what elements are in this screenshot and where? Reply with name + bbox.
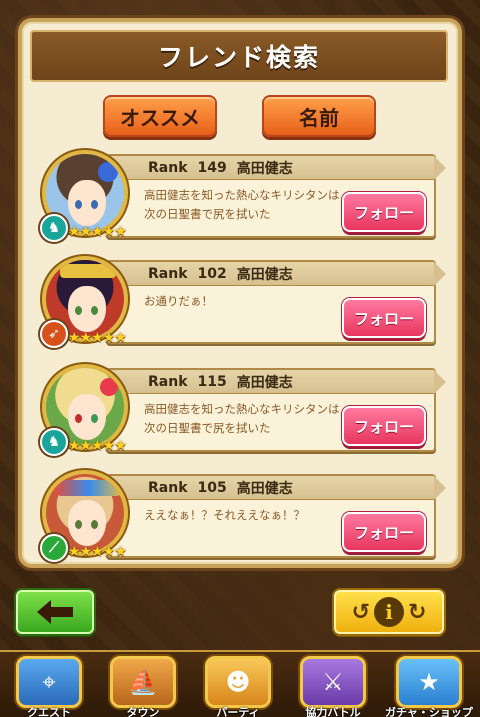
rank-bar: Rank 115 高田健志 <box>108 370 446 394</box>
spear-icon: ⟋ <box>40 534 68 562</box>
follow-button[interactable]: フォロー <box>342 512 426 552</box>
ship-icon: ⛵ <box>110 656 176 708</box>
nav-gacha-shop[interactable]: ★ ガチャ・ショップ <box>384 656 474 717</box>
rank-value: 149 <box>197 159 227 176</box>
rank-bar: Rank 149 高田健志 <box>108 156 446 180</box>
rotate-left-icon: ↺ <box>351 599 370 625</box>
info-icon: i <box>374 597 404 627</box>
tab-recommended[interactable]: オススメ <box>103 95 217 137</box>
nav-town[interactable]: ⛵ タウン <box>98 656 188 717</box>
shield-icon: ⚔ <box>300 656 366 708</box>
pegasus-icon: ♞ <box>40 428 68 456</box>
friend-row: Rank 149 高田健志 高田健志を知った熱心なキリシタンは次の日聖書で尻を拭… <box>40 148 446 248</box>
nav-coop-battle[interactable]: ⚔ 協力バトル <box>288 656 378 717</box>
rarity-stars: ★★★★★ <box>68 544 127 560</box>
friend-card: Rank 149 高田健志 高田健志を知った熱心なキリシタンは次の日聖書で尻を拭… <box>106 154 446 238</box>
rank-label: Rank <box>148 479 188 496</box>
friend-card: Rank 105 高田健志 ええなぁ！？それええなぁ！？ フォロー <box>106 474 446 558</box>
rank-value: 105 <box>197 479 227 496</box>
friend-message: お通りだぁ！ <box>144 294 213 308</box>
bottom-nav: ⌖ クエスト ⛵ タウン ☻ パーティ ⚔ 協力バトル ★ ガチャ・ショップ <box>0 650 480 717</box>
nav-label: ガチャ・ショップ <box>385 706 473 717</box>
friend-name: 高田健志 <box>236 480 293 497</box>
pegasus-icon: ♞ <box>40 214 68 242</box>
friend-row: Rank 102 高田健志 お通りだぁ！ フォロー ➶ ★★★★★ <box>40 254 446 354</box>
rarity-stars: ★★★★★ <box>68 224 127 240</box>
nav-quest[interactable]: ⌖ クエスト <box>4 656 94 717</box>
friend-avatar[interactable]: ♞ ★★★★★ <box>40 148 136 248</box>
tab-name-search[interactable]: 名前 <box>262 95 376 137</box>
friend-message: ええなぁ！？それええなぁ！？ <box>144 508 305 522</box>
friend-card: Rank 102 高田健志 お通りだぁ！ フォロー <box>106 260 446 344</box>
follow-button[interactable]: フォロー <box>342 192 426 232</box>
bow-icon: ➶ <box>40 320 68 348</box>
friend-avatar[interactable]: ♞ ★★★★★ <box>40 362 136 462</box>
rank-label: Rank <box>148 265 188 282</box>
rank-label: Rank <box>148 373 188 390</box>
page-title: フレンド検索 <box>30 30 448 82</box>
friend-row: Rank 115 高田健志 高田健志を知った熱心なキリシタンは次の日聖書で尻を拭… <box>40 362 446 462</box>
friend-name: 高田健志 <box>236 160 293 177</box>
rotate-right-icon: ↻ <box>408 599 427 625</box>
nav-label: タウン <box>126 706 160 717</box>
map-icon: ⌖ <box>16 656 82 708</box>
friend-name: 高田健志 <box>236 266 293 283</box>
nav-party[interactable]: ☻ パーティ <box>193 656 283 717</box>
nav-label: 協力バトル <box>305 706 361 717</box>
rank-label: Rank <box>148 159 188 176</box>
back-button[interactable] <box>16 590 94 634</box>
nav-label: クエスト <box>27 706 71 717</box>
info-button[interactable]: ↺ i ↻ <box>334 590 444 634</box>
rarity-stars: ★★★★★ <box>68 330 127 346</box>
friend-avatar[interactable]: ⟋ ★★★★★ <box>40 468 136 568</box>
rank-bar: Rank 105 高田健志 <box>108 476 446 500</box>
rarity-stars: ★★★★★ <box>68 438 127 454</box>
friend-avatar[interactable]: ➶ ★★★★★ <box>40 254 136 354</box>
star-icon: ★ <box>396 656 462 708</box>
rank-value: 102 <box>197 265 227 282</box>
friend-name: 高田健志 <box>236 374 293 391</box>
follow-button[interactable]: フォロー <box>342 298 426 338</box>
follow-button[interactable]: フォロー <box>342 406 426 446</box>
nav-label: パーティ <box>216 706 260 717</box>
group-icon: ☻ <box>205 656 271 708</box>
rank-value: 115 <box>197 373 227 390</box>
friend-row: Rank 105 高田健志 ええなぁ！？それええなぁ！？ フォロー ⟋ ★★★★… <box>40 468 446 568</box>
rank-bar: Rank 102 高田健志 <box>108 262 446 286</box>
friend-message: 高田健志を知った熱心なキリシタンは次の日聖書で尻を拭いた <box>144 188 340 221</box>
friend-message: 高田健志を知った熱心なキリシタンは次の日聖書で尻を拭いた <box>144 402 340 435</box>
left-arrow-icon <box>37 600 73 624</box>
friend-card: Rank 115 高田健志 高田健志を知った熱心なキリシタンは次の日聖書で尻を拭… <box>106 368 446 452</box>
